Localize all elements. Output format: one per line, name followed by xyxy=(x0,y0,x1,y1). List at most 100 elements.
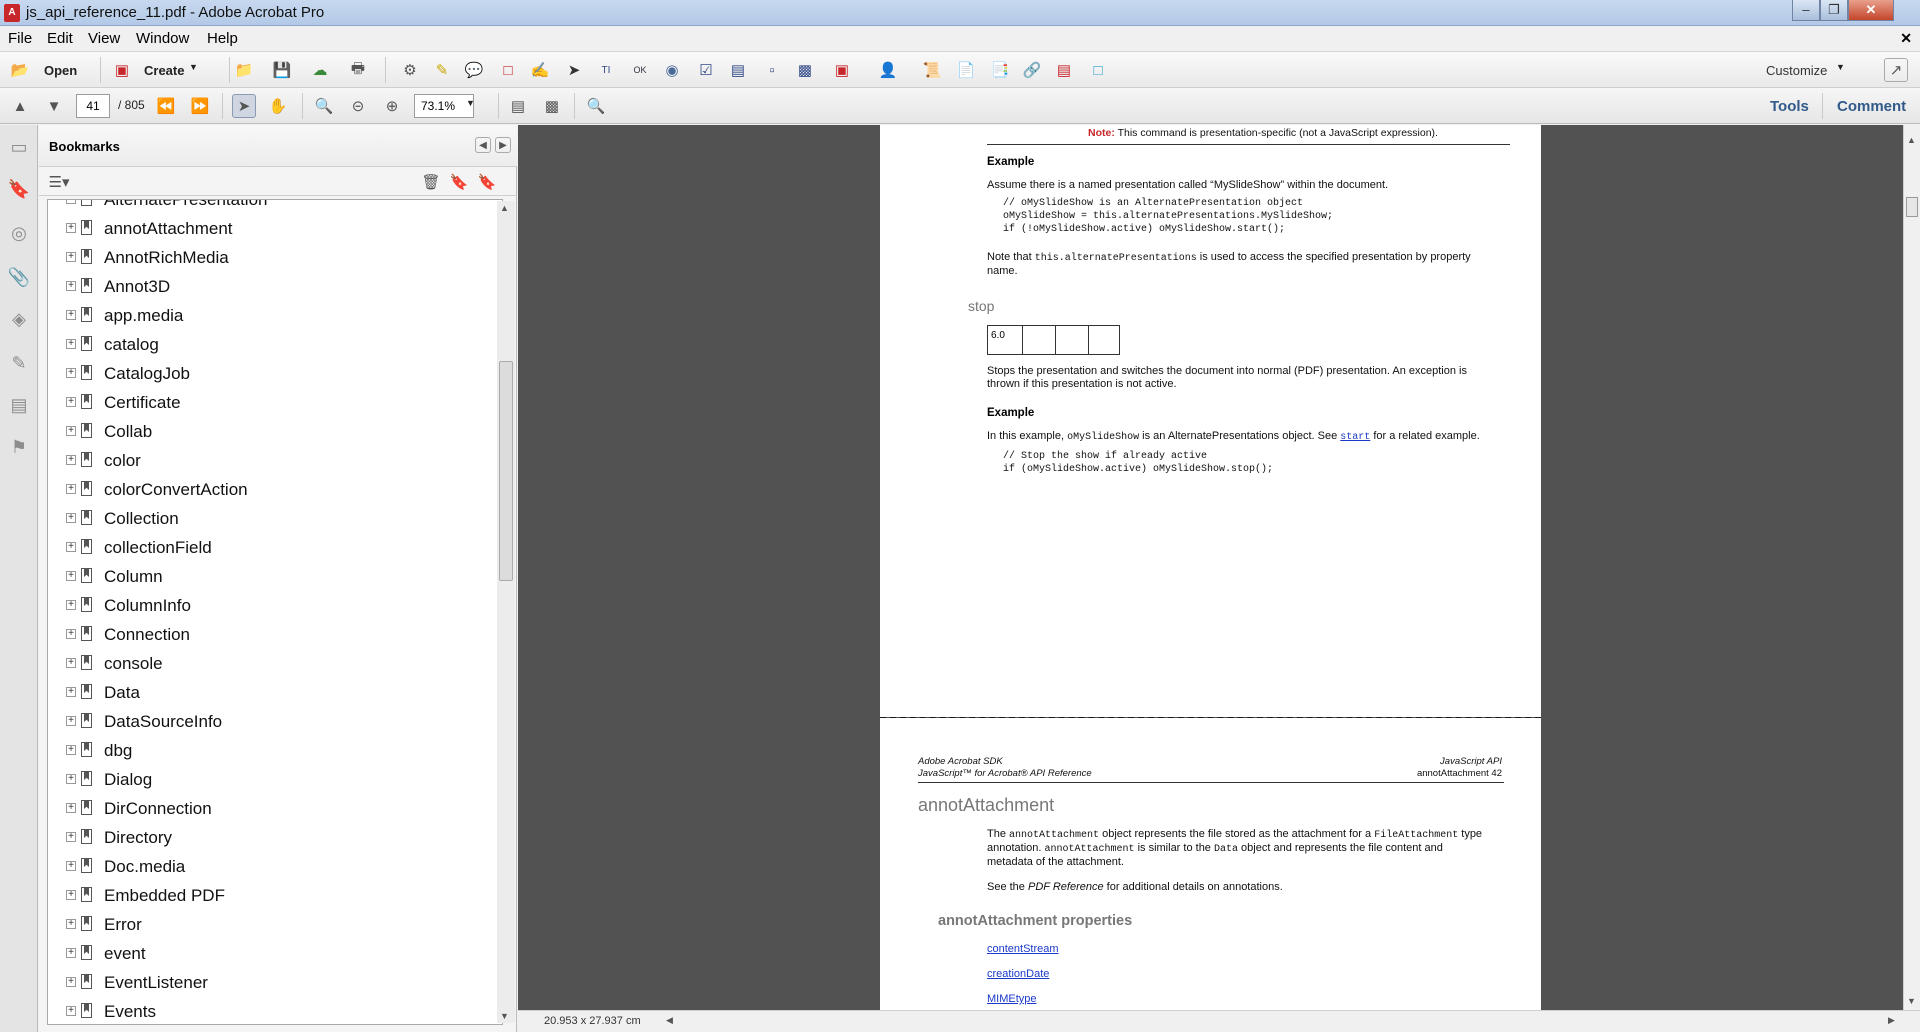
scroll-left-icon[interactable]: ◀ xyxy=(666,1015,673,1026)
doc-scroll-thumb[interactable] xyxy=(1906,197,1918,217)
chevron-down-icon[interactable]: ▼ xyxy=(189,62,198,72)
bookmark-item[interactable]: + DirConnection xyxy=(48,795,478,824)
fit-page-icon[interactable]: ▩ xyxy=(540,94,564,118)
page-thumbnails-icon[interactable]: ▭ xyxy=(7,135,31,159)
bookmark-item[interactable]: + Collab xyxy=(48,418,478,447)
expand-toggle-icon[interactable]: + xyxy=(66,745,76,755)
expand-toggle-icon[interactable]: + xyxy=(66,600,76,610)
doc-scroll-up-icon[interactable]: ▲ xyxy=(1907,135,1916,145)
barcode-icon[interactable]: ▩ xyxy=(793,58,817,82)
document-settings-icon[interactable]: 📄 xyxy=(954,58,978,82)
delete-bookmark-icon[interactable]: 🗑 xyxy=(419,170,443,194)
page-number-input[interactable]: 41 xyxy=(76,94,110,118)
expand-toggle-icon[interactable]: + xyxy=(66,832,76,842)
zoom-dropdown-icon[interactable]: ▼ xyxy=(466,98,475,108)
expand-toggle-icon[interactable]: + xyxy=(66,948,76,958)
ok-button-icon[interactable]: OK xyxy=(628,58,652,82)
previous-view-icon[interactable]: ⏪ xyxy=(154,94,178,118)
bookmark-item[interactable]: + EventListener xyxy=(48,969,478,998)
checkbox-icon[interactable]: ☑ xyxy=(694,58,718,82)
start-link[interactable]: start xyxy=(1340,432,1370,443)
link-icon[interactable]: 🔗 xyxy=(1020,58,1044,82)
expand-toggle-icon[interactable]: + xyxy=(66,861,76,871)
bookmark-item[interactable]: + AnnotRichMedia xyxy=(48,244,478,273)
signatures-icon[interactable]: ◎ xyxy=(7,221,31,245)
tags-icon[interactable]: ⚑ xyxy=(7,435,31,459)
menu-window[interactable]: Window xyxy=(136,30,189,47)
bookmark-item[interactable]: + color xyxy=(48,447,478,476)
next-view-icon[interactable]: ⏩ xyxy=(188,94,212,118)
scroll-right-icon[interactable]: ▶ xyxy=(1888,1015,1895,1026)
close-document-icon[interactable]: ✕ xyxy=(1900,30,1912,47)
expand-toggle-icon[interactable]: + xyxy=(66,629,76,639)
bookmark-item[interactable]: + Data xyxy=(48,679,478,708)
document-scrollbar[interactable]: ▲ ▼ xyxy=(1903,125,1920,1010)
expand-toggle-icon[interactable]: + xyxy=(66,658,76,668)
hand-tool-icon[interactable]: ✋ xyxy=(266,94,290,118)
previous-page-icon[interactable]: ▲ xyxy=(8,94,32,118)
comment-pane-button[interactable]: Comment xyxy=(1837,98,1906,115)
content-icon[interactable]: ▤ xyxy=(7,393,31,417)
expand-toggle-icon[interactable]: + xyxy=(66,339,76,349)
bookmark-item[interactable]: + Annot3D xyxy=(48,273,478,302)
marquee-zoom-icon[interactable]: 🔍 xyxy=(312,94,336,118)
bookmark-item[interactable]: + annotAttachment xyxy=(48,215,478,244)
bookmark-item[interactable]: + Connection xyxy=(48,621,478,650)
zoom-out-icon[interactable]: ⊝ xyxy=(346,94,370,118)
bookmark-item[interactable]: + Certificate xyxy=(48,389,478,418)
print-icon[interactable]: 🖶 xyxy=(346,58,370,82)
mimetype-link[interactable]: MIMEtype xyxy=(987,993,1037,1006)
bookmark-item[interactable]: + Dialog xyxy=(48,766,478,795)
find-icon[interactable]: 🔍 xyxy=(584,94,608,118)
expand-toggle-icon[interactable]: + xyxy=(66,281,76,291)
scrolling-mode-icon[interactable]: ▤ xyxy=(506,94,530,118)
bookmark-item[interactable]: + collectionField xyxy=(48,534,478,563)
select-tool-icon[interactable]: ➤ xyxy=(232,94,256,118)
list-box-icon[interactable]: ▤ xyxy=(726,58,750,82)
create-pdf-icon[interactable]: ▣ xyxy=(110,58,134,82)
bookmarks-scrollbar[interactable]: ▲ ▼ xyxy=(497,201,515,1023)
bookmark-item[interactable]: + catalog xyxy=(48,331,478,360)
scroll-up-icon[interactable]: ▲ xyxy=(500,203,509,213)
expand-toggle-icon[interactable]: + xyxy=(66,571,76,581)
zoom-level-input[interactable]: 73.1% xyxy=(414,94,474,118)
bookmark-item[interactable]: + AlternatePresentation xyxy=(48,200,478,215)
expand-toggle-icon[interactable]: + xyxy=(66,716,76,726)
maximize-button[interactable]: ❐ xyxy=(1820,0,1848,21)
expand-toggle-icon[interactable]: + xyxy=(66,542,76,552)
expand-toggle-icon[interactable]: + xyxy=(66,513,76,523)
expand-toggle-icon[interactable]: + xyxy=(66,803,76,813)
redact-icon[interactable]: ▤ xyxy=(1052,58,1076,82)
menu-help[interactable]: Help xyxy=(207,30,238,47)
tools-pane-button[interactable]: Tools xyxy=(1770,98,1809,115)
expand-panel-icon[interactable]: ▶ xyxy=(495,137,511,153)
bookmark-item[interactable]: + colorConvertAction xyxy=(48,476,478,505)
expand-toggle-icon[interactable]: + xyxy=(66,252,76,262)
bookmark-item[interactable]: + Doc.media xyxy=(48,853,478,882)
edit-text-icon[interactable]: ✍ xyxy=(528,58,552,82)
attachments-icon[interactable]: 📎 xyxy=(7,265,31,289)
open-folder-icon[interactable]: 📂 xyxy=(8,58,32,82)
bookmark-item[interactable]: + dbg xyxy=(48,737,478,766)
bookmark-item[interactable]: + event xyxy=(48,940,478,969)
expand-toggle-icon[interactable]: + xyxy=(66,223,76,233)
save-icon[interactable]: 💾 xyxy=(270,58,294,82)
layers-icon[interactable]: ◈ xyxy=(7,307,31,331)
menu-edit[interactable]: Edit xyxy=(47,30,73,47)
menu-view[interactable]: View xyxy=(88,30,120,47)
document-view[interactable]: Note: This command is presentation-speci… xyxy=(518,125,1903,1018)
sign-user-icon[interactable]: 👤 xyxy=(876,58,900,82)
zoom-in-icon[interactable]: ⊕ xyxy=(380,94,404,118)
create-button[interactable]: Create xyxy=(144,63,184,78)
content-stream-link[interactable]: contentStream xyxy=(987,943,1059,956)
expand-toggle-icon[interactable]: + xyxy=(66,687,76,697)
expand-toggle-icon[interactable]: + xyxy=(66,890,76,900)
scroll-down-icon[interactable]: ▼ xyxy=(500,1011,509,1021)
expand-toggle-icon[interactable]: + xyxy=(66,368,76,378)
rectangle-icon[interactable]: □ xyxy=(1086,58,1110,82)
bookmark-item[interactable]: + Embedded PDF xyxy=(48,882,478,911)
expand-toggle-icon[interactable]: + xyxy=(66,484,76,494)
compare-icon[interactable]: 📑 xyxy=(988,58,1012,82)
toolbox-icon[interactable]: ▣ xyxy=(830,58,854,82)
customize-menu[interactable]: Customize xyxy=(1766,63,1827,78)
